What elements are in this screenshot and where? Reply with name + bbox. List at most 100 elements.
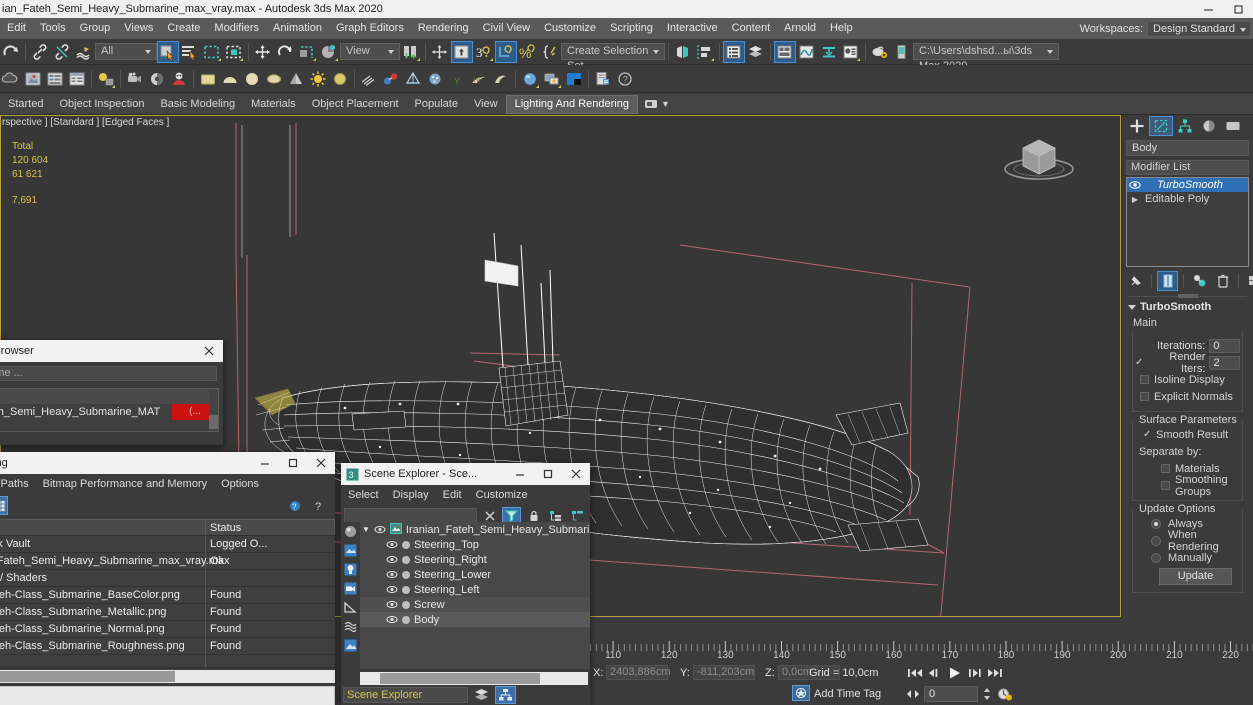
- scene-menu-customize[interactable]: Customize: [469, 485, 535, 505]
- explorer-preset-combo[interactable]: Scene Explorer: [343, 687, 468, 703]
- spinner-snap-toggle-icon[interactable]: %: [517, 41, 539, 63]
- scene-explorer-tree[interactable]: ▼ Iranian_Fateh_Semi_Heavy_Submarine Ste…: [360, 522, 590, 669]
- ribbon-tab-started[interactable]: Started: [0, 95, 51, 114]
- curve-editor-icon[interactable]: [796, 41, 818, 63]
- modifier-list-dropdown[interactable]: Modifier List: [1126, 160, 1249, 175]
- make-unique-icon[interactable]: [1189, 271, 1210, 291]
- turbosmooth-rollout-header[interactable]: TurboSmooth: [1122, 299, 1253, 315]
- ribbon-tab-populate[interactable]: Populate: [407, 95, 466, 114]
- hair-modifier-icon[interactable]: HF: [468, 68, 490, 90]
- menu-interactive[interactable]: Interactive: [660, 18, 725, 39]
- use-center-icon[interactable]: [429, 41, 451, 63]
- bitmap-pager-icon[interactable]: [541, 68, 563, 90]
- ribbon-tab-object-inspection[interactable]: Object Inspection: [51, 95, 152, 114]
- tree-node-selected[interactable]: Body: [360, 612, 590, 627]
- grid-view-icon[interactable]: [0, 496, 8, 515]
- eye-icon[interactable]: [386, 540, 398, 549]
- display-tab[interactable]: [1221, 116, 1245, 136]
- help-icon[interactable]: ?: [614, 68, 636, 90]
- isoline-display-checkbox[interactable]: [1140, 375, 1149, 384]
- scene-explorer-hscrollbar[interactable]: [360, 672, 588, 685]
- smoothing-groups-checkbox[interactable]: [1161, 481, 1170, 490]
- table-row[interactable]: 3 Iranian_Fateh_Semi_Heavy_Submarine_max…: [0, 552, 335, 570]
- minimize-icon[interactable]: [506, 463, 534, 485]
- cylinder-primitive-icon[interactable]: [263, 68, 285, 90]
- scrollbar-thumb[interactable]: [209, 415, 218, 429]
- table-row[interactable]: Maps / Shaders: [0, 569, 335, 587]
- asset-menu-paths[interactable]: Paths: [0, 474, 36, 494]
- eye-icon[interactable]: [386, 615, 398, 624]
- cone-primitive-icon[interactable]: [285, 68, 307, 90]
- camera-icon[interactable]: [124, 68, 146, 90]
- align-icon[interactable]: [694, 41, 716, 63]
- menu-arnold[interactable]: Arnold: [777, 18, 823, 39]
- tree-node-root[interactable]: ▼ Iranian_Fateh_Semi_Heavy_Submarine: [360, 522, 590, 537]
- menu-create[interactable]: Create: [160, 18, 207, 39]
- ribbon-tab-basic-modeling[interactable]: Basic Modeling: [152, 95, 243, 114]
- render-frame-window-icon[interactable]: [891, 41, 913, 63]
- ribbon-tab-lighting-and-rendering[interactable]: Lighting And Rendering: [505, 94, 638, 114]
- previous-frame-icon[interactable]: [926, 665, 944, 681]
- add-time-tag-icon[interactable]: [792, 685, 810, 701]
- cloth-modifier-icon[interactable]: [490, 68, 512, 90]
- scrollbar-thumb[interactable]: [0, 671, 175, 682]
- angle-snap-toggle-icon[interactable]: 3: [473, 41, 495, 63]
- panel-divider[interactable]: [1128, 294, 1247, 298]
- toggle-scene-explorer-icon[interactable]: [723, 40, 745, 63]
- snaps-toggle-icon[interactable]: [451, 40, 473, 63]
- physical-camera-icon[interactable]: [146, 68, 168, 90]
- menu-modifiers[interactable]: Modifiers: [207, 18, 266, 39]
- motion-tab[interactable]: [1197, 116, 1221, 136]
- material-sphere-icon[interactable]: [519, 68, 541, 90]
- create-tab[interactable]: [1125, 116, 1149, 136]
- scene-menu-display[interactable]: Display: [386, 485, 436, 505]
- render-setup-icon[interactable]: [869, 41, 891, 63]
- key-mode-toggle-icon[interactable]: [905, 686, 921, 702]
- unlink-selection-icon[interactable]: [51, 41, 73, 63]
- show-end-result-icon[interactable]: [1157, 271, 1178, 291]
- eye-icon[interactable]: [386, 585, 398, 594]
- next-frame-icon[interactable]: [966, 665, 984, 681]
- eye-icon[interactable]: [386, 570, 398, 579]
- asset-menu-bitmap-performance[interactable]: Bitmap Performance and Memory: [36, 474, 214, 494]
- update-always-radio[interactable]: [1151, 518, 1161, 529]
- hierarchy-view-icon[interactable]: [495, 686, 516, 704]
- ribbon-tab-view[interactable]: View: [466, 95, 506, 114]
- display-helpers-icon[interactable]: [341, 598, 360, 617]
- spacewarp-icon[interactable]: [402, 68, 424, 90]
- select-and-place-icon[interactable]: [318, 41, 340, 63]
- arnold-render-icon[interactable]: [563, 68, 585, 90]
- close-icon[interactable]: [195, 340, 223, 362]
- menu-customize[interactable]: Customize: [537, 18, 603, 39]
- reference-coordinate-system-combo[interactable]: View: [340, 43, 400, 60]
- material-map-browser-window[interactable]: aterial/Map Browser arch by Name ... ne …: [0, 340, 223, 445]
- percent-snap-toggle-icon[interactable]: [495, 40, 517, 63]
- frame-spinner-icon[interactable]: [981, 686, 993, 702]
- scene-converter-icon[interactable]: [66, 68, 88, 90]
- x-field[interactable]: 2403,886cm: [606, 665, 671, 680]
- mirror-icon[interactable]: [672, 41, 694, 63]
- scene-explorer-window[interactable]: 3 Scene Explorer - Sce... Select Display…: [341, 463, 590, 705]
- grass-icon[interactable]: [446, 68, 468, 90]
- eye-icon[interactable]: [374, 525, 386, 534]
- scene-menu-edit[interactable]: Edit: [436, 485, 469, 505]
- modifier-turbosmooth[interactable]: TurboSmooth: [1127, 178, 1248, 192]
- modify-tab[interactable]: [1149, 116, 1173, 136]
- scene-explorer-title-bar[interactable]: 3 Scene Explorer - Sce...: [341, 463, 590, 485]
- menu-rendering[interactable]: Rendering: [411, 18, 476, 39]
- omni-light-icon[interactable]: [307, 68, 329, 90]
- minimize-icon[interactable]: [251, 452, 279, 474]
- rectangular-selection-region-icon[interactable]: [201, 41, 223, 63]
- ribbon-tab-object-placement[interactable]: Object Placement: [304, 95, 407, 114]
- asset-tracking-window[interactable]: sset Tracking er File Paths Bitmap Perfo…: [0, 452, 335, 705]
- ribbon-tab-materials[interactable]: Materials: [243, 95, 304, 114]
- menu-content[interactable]: Content: [725, 18, 778, 39]
- menu-views[interactable]: Views: [117, 18, 160, 39]
- menu-edit[interactable]: Edit: [0, 18, 33, 39]
- populate-character-icon[interactable]: [168, 68, 190, 90]
- update-when-rendering-radio[interactable]: [1151, 535, 1161, 546]
- edit-named-selection-sets-icon[interactable]: [539, 41, 561, 63]
- layers-view-icon[interactable]: [471, 686, 492, 704]
- close-icon[interactable]: [307, 452, 335, 474]
- display-cameras-icon[interactable]: [341, 579, 360, 598]
